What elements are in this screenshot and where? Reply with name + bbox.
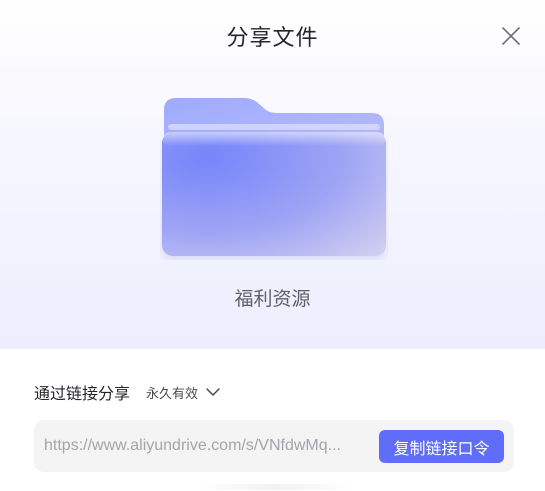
- folder-icon: [160, 96, 388, 260]
- hero-panel: 分享文件 福利资源: [0, 0, 545, 349]
- copy-link-button[interactable]: 复制链接口令: [379, 430, 504, 463]
- folder-name: 福利资源: [234, 289, 311, 310]
- chevron-down-icon: [206, 388, 220, 396]
- share-row: 通过链接分享 永久有效: [34, 380, 221, 404]
- share-link-field: https://www.aliyundrive.com/s/VNfdwMq...…: [34, 420, 514, 472]
- scroll-fade: [195, 484, 355, 490]
- dialog-title: 分享文件: [226, 25, 319, 50]
- share-link-url[interactable]: https://www.aliyundrive.com/s/VNfdwMq...: [44, 437, 374, 455]
- share-label: 通过链接分享: [34, 386, 131, 403]
- share-dialog: 分享文件 福利资源 通过链接分享 永久有效 https://www.aliyun…: [0, 0, 545, 491]
- close-icon[interactable]: [499, 24, 523, 48]
- validity-dropdown[interactable]: 永久有效: [146, 383, 221, 402]
- validity-value: 永久有效: [146, 385, 199, 401]
